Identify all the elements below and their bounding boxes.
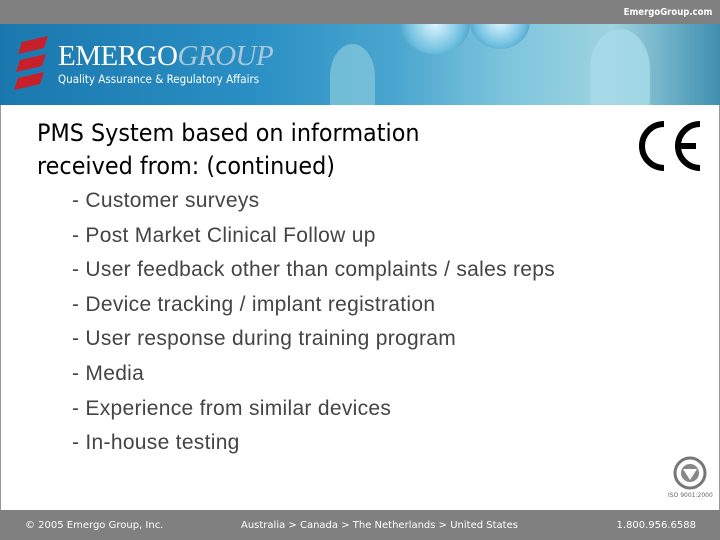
tagline: Quality Assurance & Regulatory Affairs — [58, 72, 260, 86]
list-item: - User response during training program — [72, 327, 457, 351]
surgical-lamp-image — [400, 24, 470, 54]
slide-title: PMS System based on information received… — [37, 117, 419, 183]
ce-mark-icon — [639, 121, 701, 171]
top-bar: EmergoGroup.com — [0, 0, 720, 24]
header-banner: EMERGOGROUP Quality Assurance & Regulato… — [0, 24, 720, 105]
list-item: - Customer surveys — [72, 189, 260, 212]
list-item: - User feedback other than complaints / … — [72, 258, 556, 282]
bullet-list: - Customer surveys - Post Market Clinica… — [72, 184, 555, 461]
brand-logo: EMERGOGROUP — [58, 40, 274, 72]
copyright: © 2005 Emergo Group, Inc. — [25, 520, 164, 531]
title-line: received from: (continued) — [37, 152, 336, 180]
title-line: PMS System based on information — [37, 119, 420, 147]
surgeon-image — [590, 29, 650, 105]
phone-number: 1.800.956.6588 — [616, 520, 696, 531]
site-url[interactable]: EmergoGroup.com — [623, 7, 712, 18]
footer: © 2005 Emergo Group, Inc. Australia > Ca… — [0, 510, 720, 540]
list-item: - Post Market Clinical Follow up — [72, 223, 376, 247]
iso-badge-label: ISO 9001:2000 — [668, 492, 713, 499]
iso-certification-badge-icon — [673, 456, 707, 490]
surgeon-image — [330, 44, 375, 105]
list-item: - Experience from similar devices — [72, 396, 392, 420]
emergo-logo-icon — [14, 36, 48, 90]
locations: Australia > Canada > The Netherlands > U… — [241, 520, 518, 531]
list-item: - Media — [72, 361, 145, 385]
list-item: - In-house testing — [72, 431, 240, 455]
surgical-lamp-image — [470, 24, 530, 49]
list-item: - Device tracking / implant registration — [72, 292, 436, 316]
